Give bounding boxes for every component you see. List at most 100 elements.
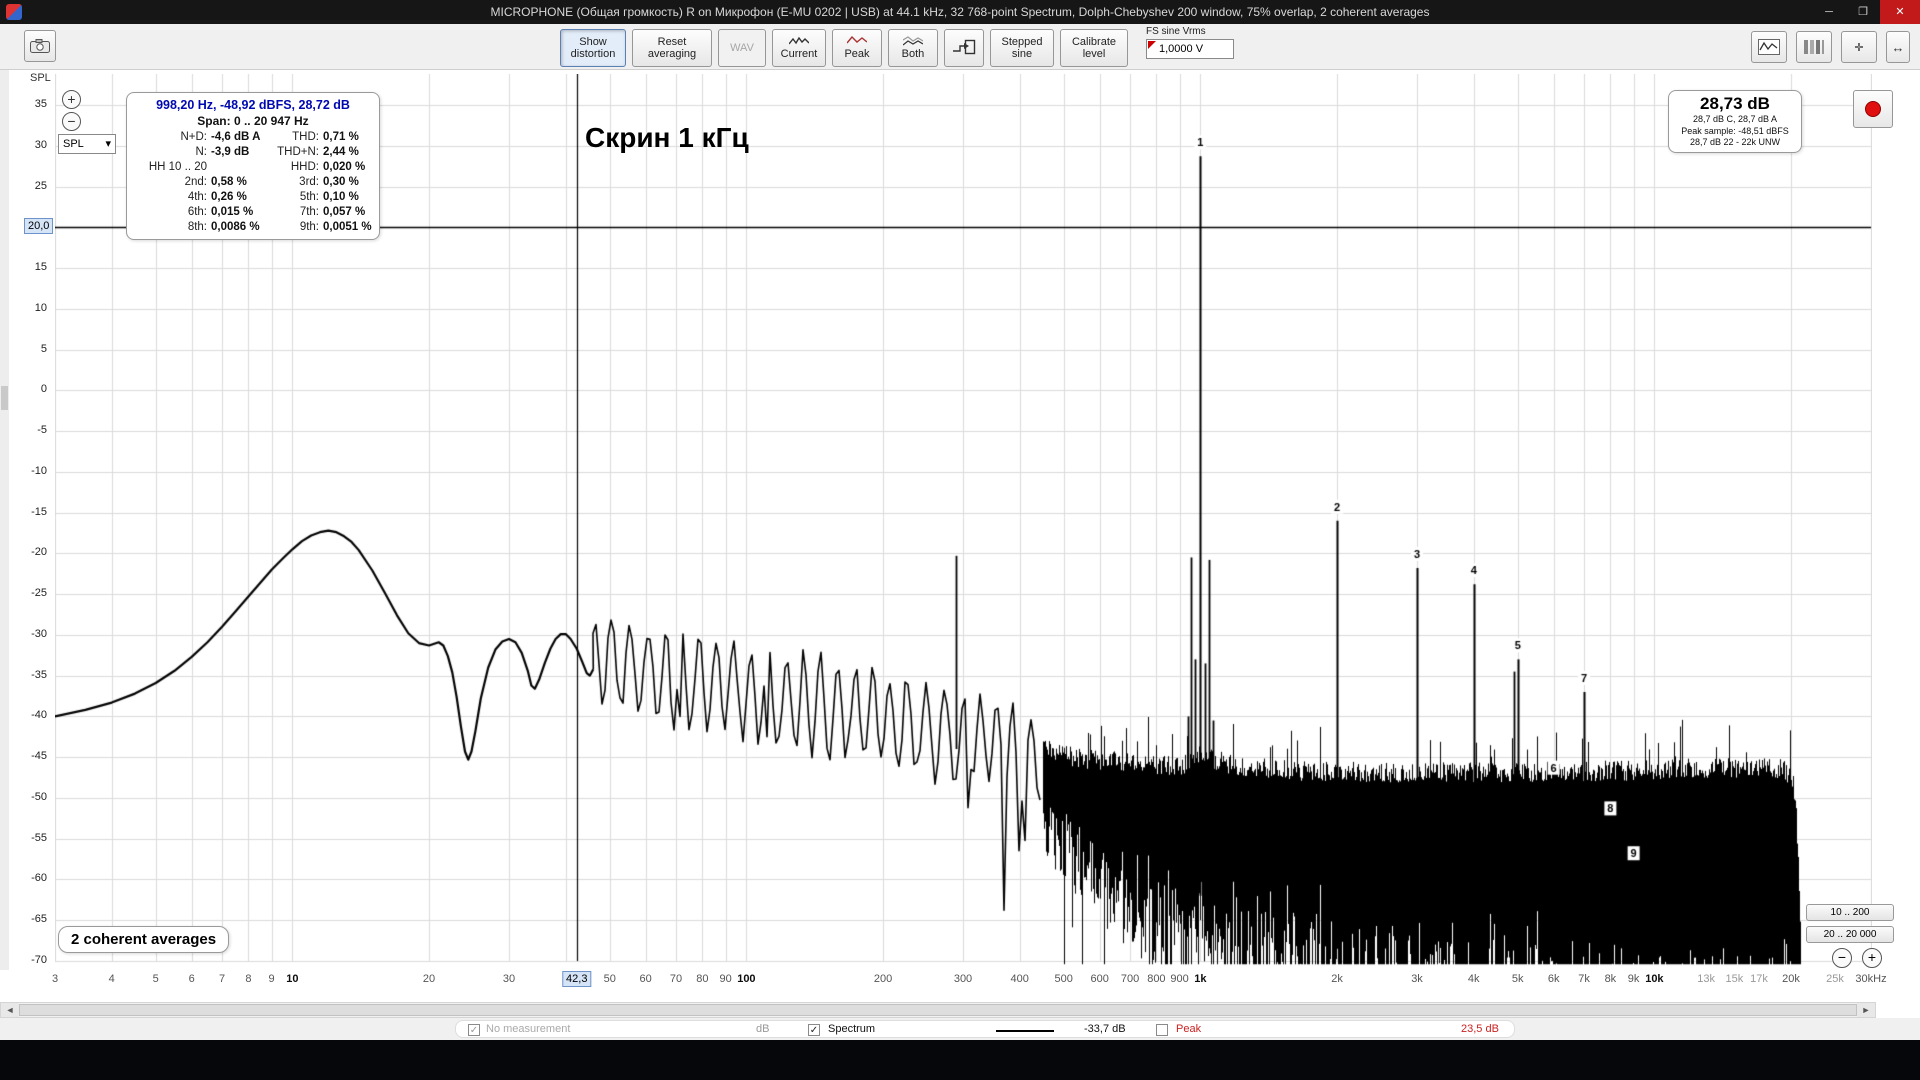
current-trace-button[interactable]: Current	[772, 29, 826, 67]
signal-route-button[interactable]	[944, 29, 984, 67]
red-flag-icon	[1148, 41, 1156, 49]
distortion-value: -4,6 dB A	[211, 131, 261, 143]
calibrate-level-label: Calibrate level	[1071, 36, 1117, 60]
distortion-table: N+D: -4,6 dB A THD: 0,71 % N: -3,9 dB THD+N: 2,…	[133, 131, 373, 233]
vertical-scrollbar-thumb[interactable]	[1, 386, 8, 410]
zoom-out-button[interactable]: −	[62, 112, 81, 131]
level-cursor-readout[interactable]: 20,0	[24, 218, 54, 235]
x-tick-label: 70	[669, 973, 683, 985]
waveform-display-button[interactable]	[1751, 31, 1787, 63]
toolbar-buttons: Show distortion Reset averaging WAV Curr…	[560, 29, 1128, 67]
peak-trace-button[interactable]: Peak	[832, 29, 882, 67]
stepped-sine-button[interactable]: Stepped sine	[990, 29, 1054, 67]
spectrum-trace-swatch	[996, 1030, 1054, 1032]
spectrum-level: -33,7 dB	[1084, 1023, 1126, 1035]
axis-mode-select[interactable]: SPL ▾	[58, 134, 116, 154]
titlebar: MICROPHONE (Общая громкость) R on Микроф…	[0, 0, 1920, 24]
spectrogram-button[interactable]	[1796, 31, 1832, 63]
plot-region: 35 30 25 15 10 5 0 -5 -10 -15 -20 -25 -30 -35 -40 -45 -5…	[0, 70, 1920, 1002]
distortion-value: 0,020 %	[323, 161, 366, 173]
show-distortion-label: Show distortion	[570, 36, 616, 60]
x-tick-label: 20k	[1782, 973, 1800, 985]
screenshot-button[interactable]	[24, 30, 56, 62]
x-tick-label: 80	[696, 973, 709, 985]
peak-label: Peak	[1176, 1023, 1202, 1035]
x-tick-label: 10	[286, 973, 299, 985]
x-tick-label: 900	[1170, 973, 1189, 985]
x-tick-label: 100	[737, 973, 756, 985]
maximize-button[interactable]: ❐	[1846, 0, 1880, 24]
x-tick-label: 800	[1147, 973, 1166, 985]
x-tick-label: 6k	[1547, 973, 1560, 985]
horizontal-scrollbar[interactable]: ◄ ►	[0, 1002, 1876, 1018]
chevron-down-icon: ▾	[105, 138, 111, 150]
distortion-value	[211, 161, 261, 173]
x-zoom-out-button[interactable]: −	[1832, 948, 1852, 968]
peak-trace-icon	[847, 36, 867, 44]
pan-button[interactable]: ✛	[1841, 31, 1877, 63]
show-distortion-button[interactable]: Show distortion	[560, 29, 626, 67]
scroll-left-button[interactable]: ◄	[1, 1003, 19, 1017]
x-tick-label: 5k	[1511, 973, 1524, 985]
peak-level: 23,5 dB	[1461, 1023, 1499, 1035]
camera-icon	[30, 39, 50, 53]
resize-horizontal-icon: ↔	[1891, 39, 1905, 55]
toolbar: Show distortion Reset averaging WAV Curr…	[0, 24, 1920, 70]
x-tick-label: 9	[268, 973, 275, 985]
pan-icon: ✛	[1854, 41, 1864, 54]
x-tick-label: 300	[953, 973, 973, 985]
no-measurement-checkbox[interactable]: ✓	[468, 1024, 480, 1036]
app-window: MICROPHONE (Общая громкость) R on Микроф…	[0, 0, 1920, 1080]
both-traces-icon	[903, 36, 923, 46]
calibrate-level-button[interactable]: Calibrate level	[1060, 29, 1128, 67]
range-20-20000-button[interactable]: 20 .. 20 000	[1806, 926, 1894, 943]
x-tick-label: 25k	[1826, 973, 1844, 985]
x-tick-label: 3k	[1411, 973, 1423, 985]
x-tick-label: 8k	[1604, 973, 1617, 985]
spectrum-checkbox[interactable]: ✓	[808, 1024, 820, 1036]
no-measurement-label: No measurement	[486, 1023, 571, 1035]
distortion-label: N+D:	[180, 131, 207, 143]
peak-checkbox[interactable]	[1156, 1024, 1168, 1036]
x-tick-label: 7k	[1578, 973, 1590, 985]
x-zoom-in-button[interactable]: +	[1862, 948, 1882, 968]
frequency-cursor-readout[interactable]: 42,3	[562, 971, 592, 987]
vertical-scrollbar[interactable]	[0, 70, 9, 970]
range-10-200-button[interactable]: 10 .. 200	[1806, 904, 1894, 921]
x-tick-label: 50	[603, 973, 616, 985]
distortion-value: 0,26 %	[211, 191, 247, 203]
trace-legend-panel: ✓ No measurement dB ✓ Spectrum -33,7 dB …	[455, 1020, 1515, 1038]
reset-averaging-button[interactable]: Reset averaging	[632, 29, 712, 67]
record-button[interactable]	[1853, 90, 1893, 128]
x-tick-label: 5	[152, 973, 159, 985]
axis-mode-value: SPL	[63, 138, 84, 150]
horizontal-scrollbar-thumb[interactable]	[19, 1004, 1857, 1016]
distortion-value: 0,58 %	[211, 176, 247, 188]
x-tick-label: 4	[108, 973, 115, 985]
distortion-value: 0,015 %	[211, 206, 254, 218]
both-traces-button[interactable]: Both	[888, 29, 938, 67]
toolbar-right-icons: ✛ ↔	[1751, 31, 1910, 63]
resize-horizontal-button[interactable]: ↔	[1886, 31, 1910, 63]
fs-sine-input[interactable]: 1,0000 V	[1146, 39, 1234, 59]
close-button[interactable]: ✕	[1880, 0, 1920, 24]
span-readout: Span: 0 .. 20 947 Hz	[197, 114, 309, 128]
x-tick-label: 30	[502, 973, 516, 985]
x-tick-label: 30kHz	[1855, 973, 1887, 985]
x-tick-label: 6	[188, 973, 195, 985]
fs-sine-label: FS sine Vrms	[1146, 26, 1206, 37]
distortion-label: 5th:	[299, 191, 319, 203]
minimize-button[interactable]: ─	[1812, 0, 1846, 24]
wav-label: WAV	[730, 42, 754, 54]
x-tick-label: 60	[639, 973, 652, 985]
distortion-label: THD:	[292, 131, 319, 143]
peak-label: Peak	[844, 48, 870, 60]
distortion-label: 6th:	[187, 206, 207, 218]
zoom-in-button[interactable]: +	[62, 90, 81, 109]
distortion-label: 4th:	[187, 191, 207, 203]
level-line-2: Peak sample: -48,51 dBFS	[1681, 125, 1789, 136]
level-line-1: 28,7 dB C, 28,7 dB A	[1692, 114, 1778, 124]
distortion-value: 0,0051 %	[323, 221, 372, 233]
x-tick-label: 3	[51, 973, 59, 985]
scroll-right-button[interactable]: ►	[1857, 1003, 1875, 1017]
